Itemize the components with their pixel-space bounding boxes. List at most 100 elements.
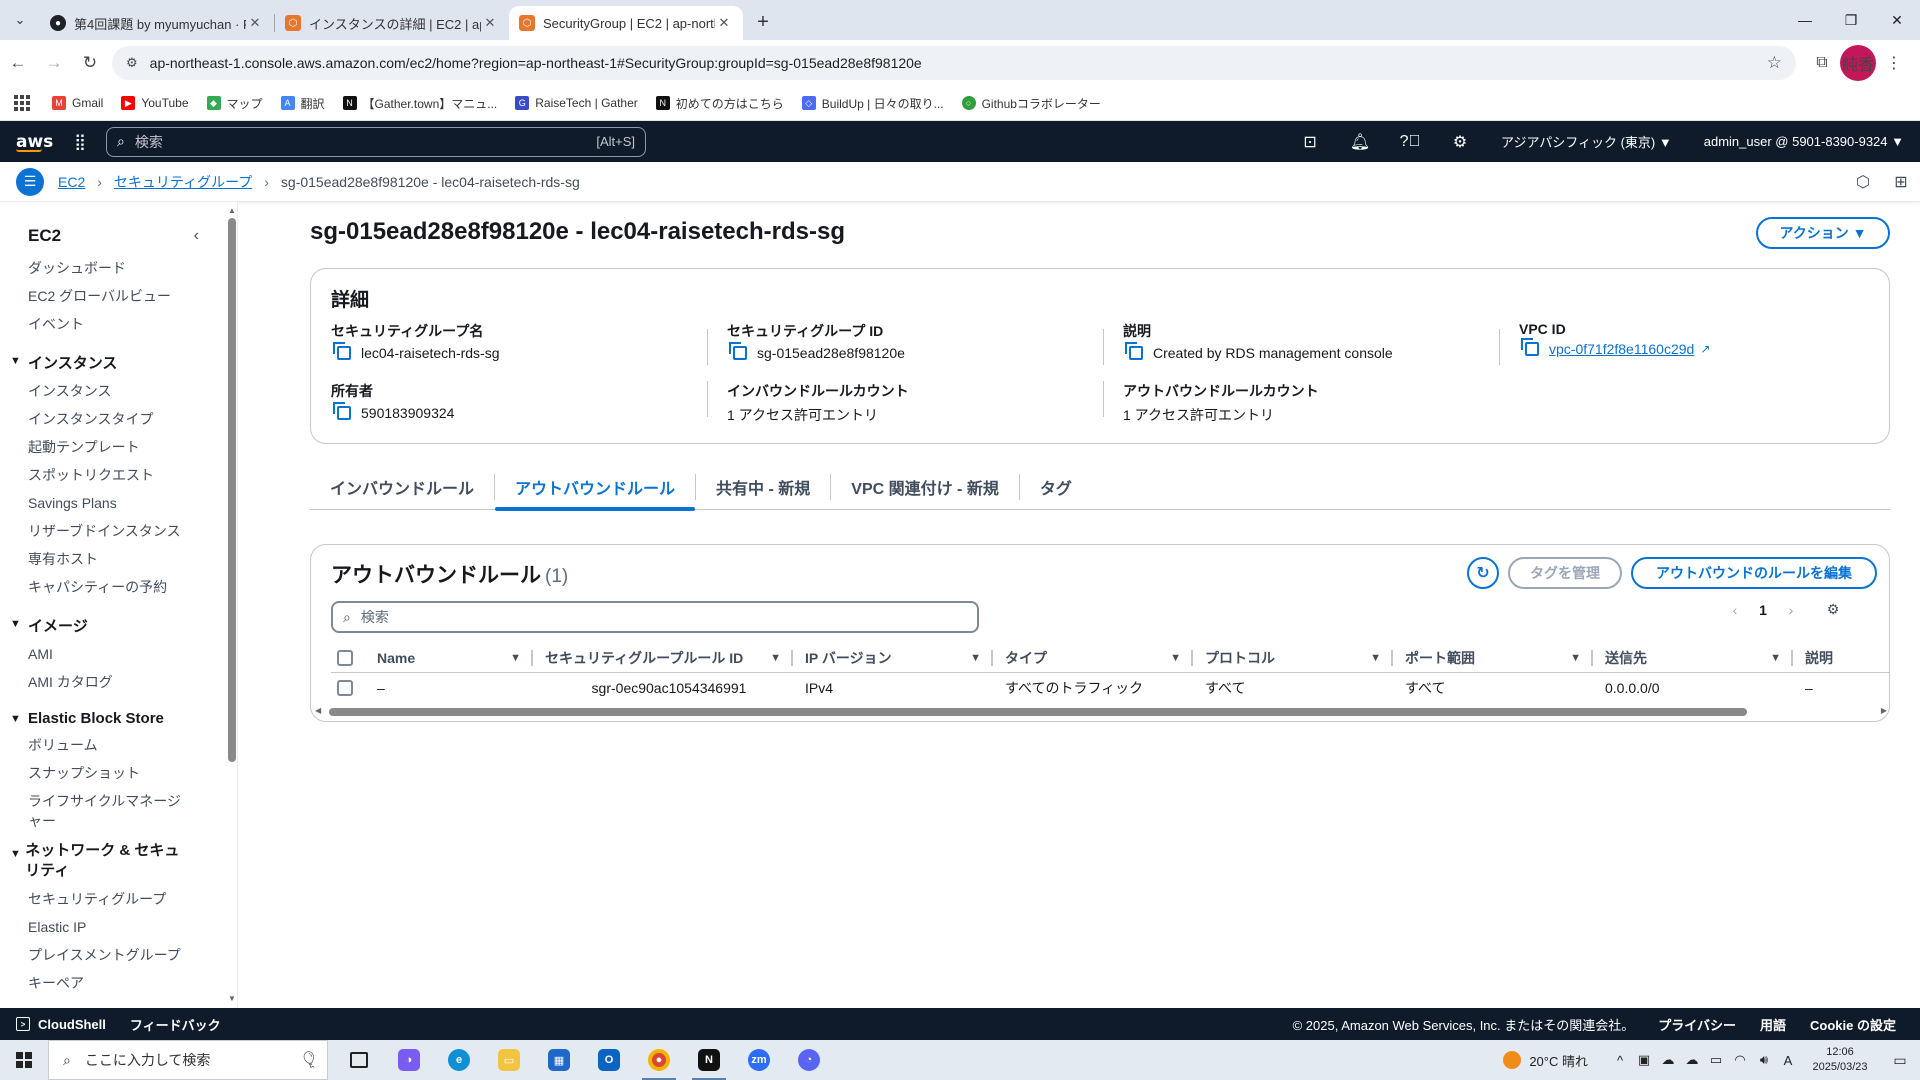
next-page-icon[interactable]: › <box>1777 602 1805 618</box>
terms-link[interactable]: 用語 <box>1760 1015 1786 1034</box>
forward-button[interactable]: → <box>36 45 72 81</box>
browser-tab-github[interactable]: ● 第4回課題 by myumyuchan · Pu ✕ <box>40 6 274 40</box>
close-tab-icon[interactable]: ✕ <box>246 15 264 31</box>
sidebar-item-placement-groups[interactable]: プレイスメントグループ <box>0 941 237 969</box>
copy-icon[interactable] <box>333 342 351 360</box>
bookmark-buildup[interactable]: ◇ BuildUp | 日々の取り... <box>801 95 944 112</box>
rules-search-input[interactable]: ⌕ 検索 <box>331 601 979 633</box>
sidebar-item-snapshots[interactable]: スナップショット <box>0 759 237 787</box>
copy-icon[interactable] <box>1521 338 1539 356</box>
sidebar-item-dashboard[interactable]: ダッシュボード <box>0 254 237 282</box>
bookmark-star-icon[interactable]: ☆ <box>1767 53 1782 73</box>
table-horizontal-scrollbar[interactable]: ◀ ▶ <box>311 705 1889 719</box>
copy-icon[interactable] <box>729 342 747 360</box>
scroll-up-arrow-icon[interactable]: ▲ <box>228 206 236 215</box>
sidebar-section-ebs[interactable]: ▼ Elastic Block Store <box>0 706 237 731</box>
weather-widget[interactable]: 20°C 晴れ <box>1503 1051 1588 1070</box>
bookmark-maps[interactable]: ◆ マップ <box>206 95 263 112</box>
onedrive-icon[interactable]: ☁ <box>1656 1052 1680 1068</box>
sidebar-item-volumes[interactable]: ボリューム <box>0 731 237 759</box>
sidenav-title[interactable]: EC2 <box>28 226 61 246</box>
tab-outbound-rules[interactable]: アウトバウンドルール <box>495 464 696 511</box>
outlook-icon[interactable]: O <box>584 1040 634 1080</box>
column-header-port-range[interactable]: ポート範囲 ▼ <box>1393 643 1593 672</box>
apps-grid-icon[interactable] <box>14 95 30 111</box>
zoom-icon[interactable]: zm <box>734 1040 784 1080</box>
column-header-description[interactable]: 説明 <box>1793 643 1889 672</box>
chrome-icon[interactable]: ● <box>634 1040 684 1080</box>
copy-icon[interactable] <box>333 402 351 420</box>
side-nav-toggle-icon[interactable]: ☰ <box>16 167 44 196</box>
region-selector[interactable]: アジアパシフィック (東京) ▼ <box>1501 132 1672 151</box>
sidebar-item-elastic-ip[interactable]: Elastic IP <box>0 913 237 941</box>
tab-sharing[interactable]: 共有中 - 新規 <box>696 464 830 510</box>
sidebar-item-spot-requests[interactable]: スポットリクエスト <box>0 461 237 489</box>
column-header-destination[interactable]: 送信先 ▼ <box>1593 643 1793 672</box>
table-preferences-gear-icon[interactable]: ⚙ <box>1819 601 1847 618</box>
actions-dropdown-button[interactable]: アクション ▼ <box>1756 217 1890 249</box>
table-row[interactable]: – sgr-0ec90ac1054346991 IPv4 すべてのトラフィック … <box>331 673 1889 703</box>
column-header-type[interactable]: タイプ ▼ <box>993 643 1193 672</box>
task-view-icon[interactable] <box>334 1040 384 1080</box>
meet-now-icon[interactable]: ▣ <box>1632 1052 1656 1068</box>
store-icon[interactable]: ▦ <box>534 1040 584 1080</box>
cookie-settings-link[interactable]: Cookie の設定 <box>1810 1015 1896 1034</box>
bookmark-github-collaborator[interactable]: ○ Githubコラボレーター <box>961 95 1101 112</box>
profile-avatar[interactable]: 純香 <box>1840 45 1876 81</box>
column-header-protocol[interactable]: プロトコル ▼ <box>1193 643 1393 672</box>
select-all-checkbox[interactable] <box>337 649 353 666</box>
cloudshell-button[interactable]: > CloudShell <box>16 1017 106 1032</box>
taskbar-search-input[interactable]: ⌕ ここに入力して検索 🎈︎ <box>48 1040 328 1080</box>
sidebar-item-dedicated-hosts[interactable]: 専有ホスト <box>0 545 237 573</box>
address-bar[interactable]: ⚙ ap-northeast-1.console.aws.amazon.com/… <box>112 46 1796 80</box>
battery-icon[interactable]: ▭ <box>1704 1052 1728 1068</box>
browser-tab-instance-details[interactable]: ⬡ インスタンスの詳細 | EC2 | ap-nort ✕ <box>275 6 509 40</box>
sidenav-scrollbar[interactable] <box>228 218 236 762</box>
wifi-icon[interactable]: ◠ <box>1728 1052 1752 1068</box>
account-menu[interactable]: admin_user @ 5901-8390-9324 ▼ <box>1704 134 1904 149</box>
cloudshell-icon[interactable]: ⊡ <box>1285 132 1335 152</box>
notion-icon[interactable]: N <box>684 1040 734 1080</box>
onedrive-paused-icon[interactable]: ☁ <box>1680 1052 1704 1068</box>
notification-center-icon[interactable]: ▭ <box>1880 1052 1920 1069</box>
sidebar-section-images[interactable]: ▼ イメージ <box>0 611 237 640</box>
back-button[interactable]: ← <box>0 45 36 81</box>
help-icon[interactable]: ?⃝ <box>1385 133 1435 151</box>
refresh-icon[interactable]: ↻ <box>1467 557 1499 589</box>
bookmark-gmail[interactable]: M Gmail <box>52 96 103 110</box>
minimize-icon[interactable]: — <box>1782 0 1828 40</box>
sidebar-item-instances[interactable]: インスタンス <box>0 377 237 405</box>
close-tab-icon[interactable]: ✕ <box>481 15 499 31</box>
scroll-right-arrow-icon[interactable]: ▶ <box>1881 706 1887 715</box>
site-info-icon[interactable]: ⚙ <box>126 55 138 71</box>
browser-tab-security-group[interactable]: ⬡ SecurityGroup | EC2 | ap-northe ✕ <box>509 6 743 40</box>
feedback-link[interactable]: フィードバック <box>130 1015 221 1034</box>
sidebar-item-events[interactable]: イベント <box>0 310 237 338</box>
reload-button[interactable]: ↻ <box>72 45 108 81</box>
tab-inbound-rules[interactable]: インバウンドルール <box>310 464 494 510</box>
scroll-left-arrow-icon[interactable]: ◀ <box>315 706 321 715</box>
manage-tags-button[interactable]: タグを管理 <box>1508 557 1622 589</box>
system-clock[interactable]: 12:06 2025/03/23 <box>1800 1045 1880 1075</box>
sidebar-item-ami-catalog[interactable]: AMI カタログ <box>0 668 237 696</box>
close-tab-icon[interactable]: ✕ <box>715 15 733 31</box>
tab-tags[interactable]: タグ <box>1020 464 1092 510</box>
scrollbar-thumb[interactable] <box>329 708 1747 716</box>
notifications-panel-icon[interactable]: ⬡ <box>1844 172 1882 192</box>
browser-menu-icon[interactable]: ⋮ <box>1876 45 1912 81</box>
page-number[interactable]: 1 <box>1749 602 1777 618</box>
settings-gear-icon[interactable]: ⚙ <box>1435 132 1485 152</box>
edge-icon[interactable]: e <box>434 1040 484 1080</box>
start-button[interactable] <box>0 1052 48 1068</box>
aws-logo[interactable]: aws <box>0 132 60 152</box>
sidebar-item-instance-types[interactable]: インスタンスタイプ <box>0 405 237 433</box>
bookmark-first-time[interactable]: N 初めての方はこちら <box>655 95 784 112</box>
show-hidden-icons-chevron-icon[interactable]: ^ <box>1608 1053 1632 1068</box>
volume-icon[interactable]: 🔊︎ <box>1752 1052 1776 1068</box>
column-header-name[interactable]: Name ▼ <box>365 643 533 672</box>
column-header-ip-version[interactable]: IP バージョン ▼ <box>793 643 993 672</box>
sidebar-item-lifecycle-manager[interactable]: ライフサイクルマネージャー <box>0 787 237 831</box>
copy-icon[interactable] <box>1125 342 1143 360</box>
bookmark-gather-manual[interactable]: N 【Gather.town】マニュ... <box>342 95 497 112</box>
privacy-link[interactable]: プライバシー <box>1658 1015 1736 1034</box>
